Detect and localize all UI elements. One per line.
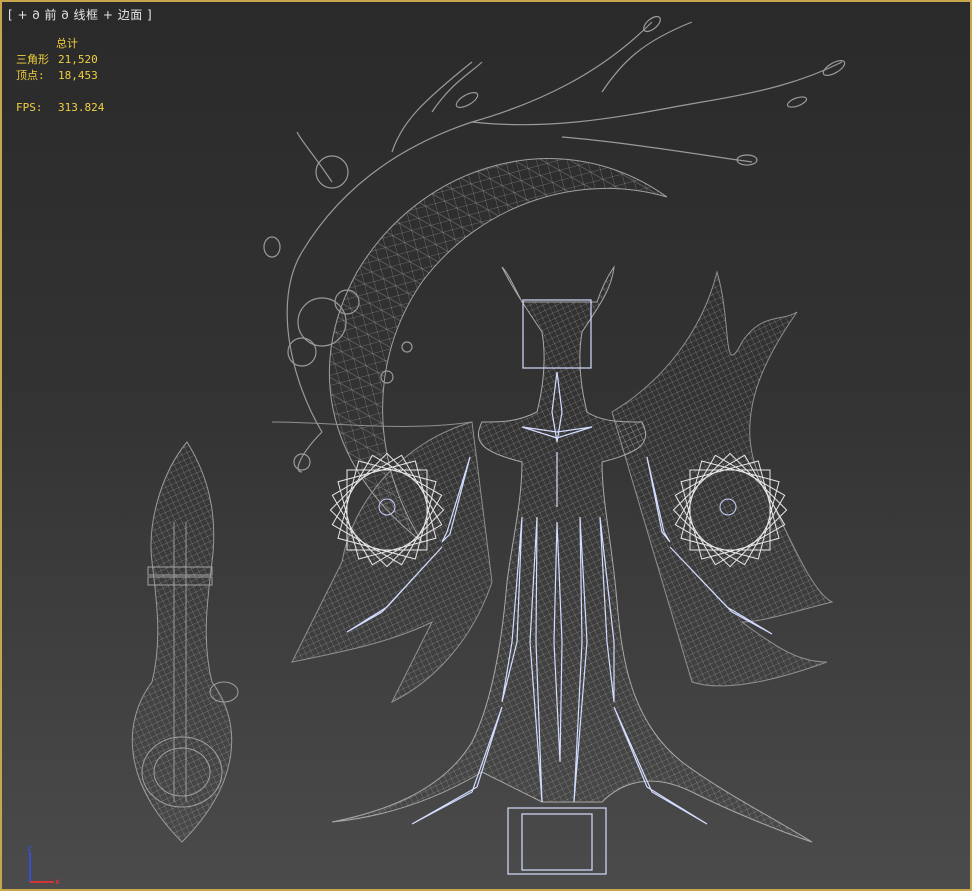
root-control-box[interactable]	[507, 807, 607, 875]
right-wing-mesh[interactable]	[611, 270, 834, 687]
axis-x-label: x	[55, 877, 60, 886]
pipa-instrument-mesh[interactable]	[131, 441, 239, 843]
axis-z-label: z	[27, 844, 31, 853]
axis-gizmo-icon: z x	[27, 844, 60, 886]
viewport-front[interactable]: [ + 𐐀 前 𐐀 线框 + 边面 ] 总计 三角形 21,520 顶点: 18,4…	[0, 0, 972, 891]
wireframe-scene[interactable]	[2, 2, 972, 891]
